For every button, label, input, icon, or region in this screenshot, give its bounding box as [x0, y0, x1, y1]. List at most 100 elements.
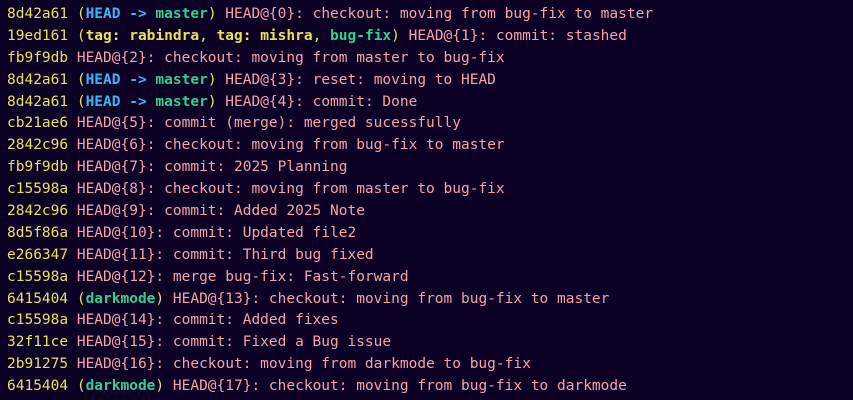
reflog-selector: HEAD@{9}	[76, 203, 147, 220]
reflog-selector: HEAD@{12}	[76, 268, 156, 285]
commit-hash: cb21ae6	[7, 115, 69, 132]
reflog-line: 2b91275 HEAD@{16}: checkout: moving from…	[7, 354, 853, 376]
reflog-selector: HEAD@{13}	[172, 290, 252, 307]
commit-hash: c15598a	[7, 181, 69, 198]
branch-label: master	[155, 71, 208, 88]
commit-hash: 8d42a61	[7, 93, 69, 110]
reflog-line: 2842c96 HEAD@{6}: checkout: moving from …	[7, 135, 853, 157]
reflog-line: 6415404 (darkmode) HEAD@{13}: checkout: …	[7, 289, 853, 311]
reflog-message: : checkout: moving from darkmode to bug-…	[155, 356, 531, 373]
commit-hash: c15598a	[7, 268, 69, 285]
reflog-line: 8d42a61 (HEAD -> master) HEAD@{0}: check…	[7, 4, 853, 26]
reflog-selector: HEAD@{16}	[76, 356, 156, 373]
reflog-line: 19ed161 (tag: rabindra, tag: mishra, bug…	[7, 26, 853, 48]
reflog-selector: HEAD@{11}	[76, 246, 156, 263]
head-arrow: ->	[120, 6, 156, 22]
commit-hash: fb9f9db	[7, 49, 69, 66]
decoration-open-paren: (	[76, 6, 86, 22]
head-arrow: ->	[120, 93, 156, 110]
reflog-selector: HEAD@{6}	[76, 137, 147, 154]
decoration-close-paren: )	[207, 6, 217, 22]
reflog-message: : commit: Fixed a Bug issue	[155, 334, 392, 351]
reflog-selector: HEAD@{1}	[408, 27, 479, 44]
reflog-message: : commit: 2025 Planning	[146, 159, 348, 176]
reflog-message: : commit: Third bug fixed	[155, 246, 374, 263]
reflog-message: : checkout: moving from bug-fix to darkm…	[251, 378, 627, 395]
reflog-message: : commit: Added fixes	[155, 312, 339, 329]
reflog-selector: HEAD@{15}	[76, 334, 156, 351]
commit-hash: 8d42a61	[7, 6, 69, 22]
decoration-close-paren: )	[155, 378, 165, 395]
head-pointer: HEAD	[85, 6, 121, 22]
commit-hash: fb9f9db	[7, 159, 69, 176]
commit-hash: 2b91275	[7, 356, 69, 373]
reflog-selector: HEAD@{7}	[76, 159, 147, 176]
reflog-line: c15598a HEAD@{14}: commit: Added fixes	[7, 310, 853, 332]
reflog-message: : reset: moving to HEAD	[295, 71, 496, 88]
commit-hash: 2842c96	[7, 137, 69, 154]
branch-label: darkmode	[85, 290, 156, 307]
reflog-line: cb21ae6 HEAD@{5}: commit (merge): merged…	[7, 113, 853, 135]
branch-label: darkmode	[85, 378, 156, 395]
reflog-line: fb9f9db HEAD@{7}: commit: 2025 Planning	[7, 157, 853, 179]
reflog-line: 2842c96 HEAD@{9}: commit: Added 2025 Not…	[7, 201, 853, 223]
head-pointer: HEAD	[85, 93, 121, 110]
reflog-message: : commit: Done	[295, 93, 418, 110]
reflog-message: : merge bug-fix: Fast-forward	[155, 268, 409, 285]
reflog-selector: HEAD@{10}	[76, 224, 156, 241]
commit-hash: 8d42a61	[7, 71, 69, 88]
branch-label: bug-fix	[330, 27, 392, 44]
commit-hash: 8d5f86a	[7, 224, 69, 241]
reflog-line: 32f11ce HEAD@{15}: commit: Fixed a Bug i…	[7, 332, 853, 354]
decoration-open-paren: (	[76, 378, 86, 395]
reflog-message: : commit: Added 2025 Note	[146, 203, 365, 220]
decoration-open-paren: (	[76, 290, 86, 307]
commit-hash: 6415404	[7, 290, 69, 307]
decoration-open-paren: (	[76, 71, 86, 88]
reflog-message: : checkout: moving from bug-fix to maste…	[251, 290, 610, 307]
commit-hash: e266347	[7, 246, 69, 263]
reflog-selector: HEAD@{3}	[225, 71, 296, 88]
reflog-message: : checkout: moving from master to bug-fi…	[146, 49, 505, 66]
reflog-selector: HEAD@{14}	[76, 312, 156, 329]
commit-hash: 32f11ce	[7, 334, 69, 351]
reflog-line: 6415404 (darkmode) HEAD@{17}: checkout: …	[7, 376, 853, 398]
reflog-selector: HEAD@{0}	[225, 6, 296, 22]
decoration-open-paren: (	[76, 27, 86, 44]
reflog-line: c15598a HEAD@{12}: merge bug-fix: Fast-f…	[7, 267, 853, 289]
decoration-separator: ,	[312, 27, 331, 44]
reflog-message: : commit: Updated file2	[155, 224, 357, 241]
reflog-line: 8d42a61 (HEAD -> master) HEAD@{3}: reset…	[7, 70, 853, 92]
decoration-open-paren: (	[76, 93, 86, 110]
terminal-output[interactable]: 8d42a61 (HEAD -> master) HEAD@{0}: check…	[0, 0, 853, 400]
tag-label: tag: mishra	[216, 27, 313, 44]
branch-label: master	[155, 93, 208, 110]
reflog-line: 8d5f86a HEAD@{10}: commit: Updated file2	[7, 223, 853, 245]
decoration-close-paren: )	[207, 71, 217, 88]
reflog-message: : commit: stashed	[478, 27, 627, 44]
reflog-line: c15598a HEAD@{8}: checkout: moving from …	[7, 179, 853, 201]
decoration-close-paren: )	[155, 290, 165, 307]
commit-hash: 6415404	[7, 378, 69, 395]
decoration-separator: ,	[199, 27, 217, 44]
reflog-selector: HEAD@{8}	[76, 181, 147, 198]
decoration-close-paren: )	[391, 27, 400, 44]
reflog-selector: HEAD@{5}	[76, 115, 147, 132]
reflog-message: : checkout: moving from bug-fix to maste…	[146, 137, 505, 154]
reflog-message: : checkout: moving from bug-fix to maste…	[295, 6, 654, 22]
reflog-selector: HEAD@{4}	[225, 93, 296, 110]
commit-hash: 2842c96	[7, 203, 69, 220]
commit-hash: c15598a	[7, 312, 69, 329]
reflog-selector: HEAD@{2}	[76, 49, 147, 66]
decoration-close-paren: )	[207, 93, 217, 110]
reflog-selector: HEAD@{17}	[172, 378, 252, 395]
reflog-line: fb9f9db HEAD@{2}: checkout: moving from …	[7, 48, 853, 70]
reflog-line: e266347 HEAD@{11}: commit: Third bug fix…	[7, 245, 853, 267]
head-arrow: ->	[120, 71, 156, 88]
head-pointer: HEAD	[85, 71, 121, 88]
commit-hash: 19ed161	[7, 27, 69, 44]
reflog-message: : checkout: moving from master to bug-fi…	[146, 181, 505, 198]
tag-label: tag: rabindra	[85, 27, 200, 44]
branch-label: master	[155, 6, 208, 22]
reflog-line: 8d42a61 (HEAD -> master) HEAD@{4}: commi…	[7, 92, 853, 114]
